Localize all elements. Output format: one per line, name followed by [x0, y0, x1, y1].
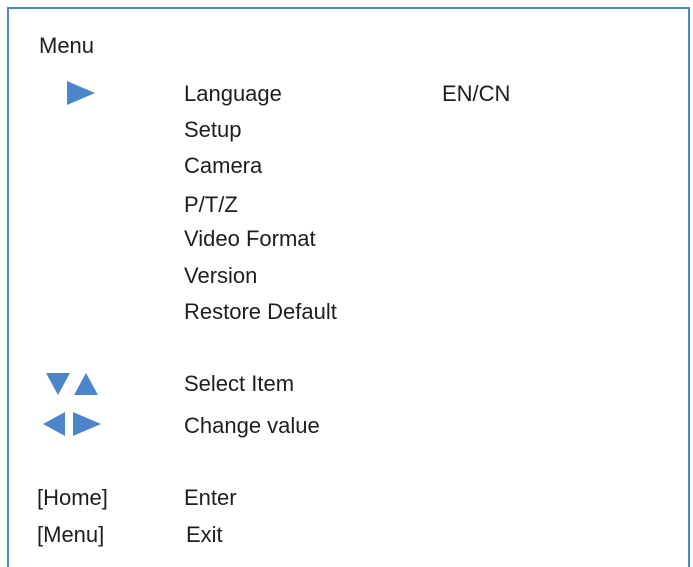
osd-menu-panel: Menu Language EN/CN Setup Camera P/T/Z V…: [7, 7, 690, 567]
help-select-item: Select Item: [184, 371, 295, 396]
menu-item-setup[interactable]: Setup: [184, 117, 242, 143]
home-key-label: [Home]: [37, 485, 108, 510]
menu-key-label: [Menu]: [37, 522, 105, 547]
home-key-action: Enter: [184, 485, 237, 510]
selection-right-arrow-icon: [67, 81, 95, 105]
menu-title: Menu: [39, 33, 95, 58]
menu-item-ptz[interactable]: P/T/Z: [184, 192, 238, 218]
menu-item-language[interactable]: Language: [184, 81, 282, 107]
up-arrow-icon: [74, 373, 98, 395]
left-arrow-icon: [43, 412, 65, 436]
right-arrow-icon: [73, 412, 101, 436]
menu-item-camera[interactable]: Camera: [184, 153, 262, 179]
help-change-value: Change value: [184, 413, 320, 438]
menu-item-version[interactable]: Version: [184, 263, 257, 289]
language-value[interactable]: EN/CN: [442, 81, 510, 107]
menu-item-video-format[interactable]: Video Format: [184, 226, 316, 252]
menu-item-restore-default[interactable]: Restore Default: [184, 299, 337, 325]
down-arrow-icon: [46, 373, 70, 395]
menu-key-action: Exit: [186, 522, 223, 547]
